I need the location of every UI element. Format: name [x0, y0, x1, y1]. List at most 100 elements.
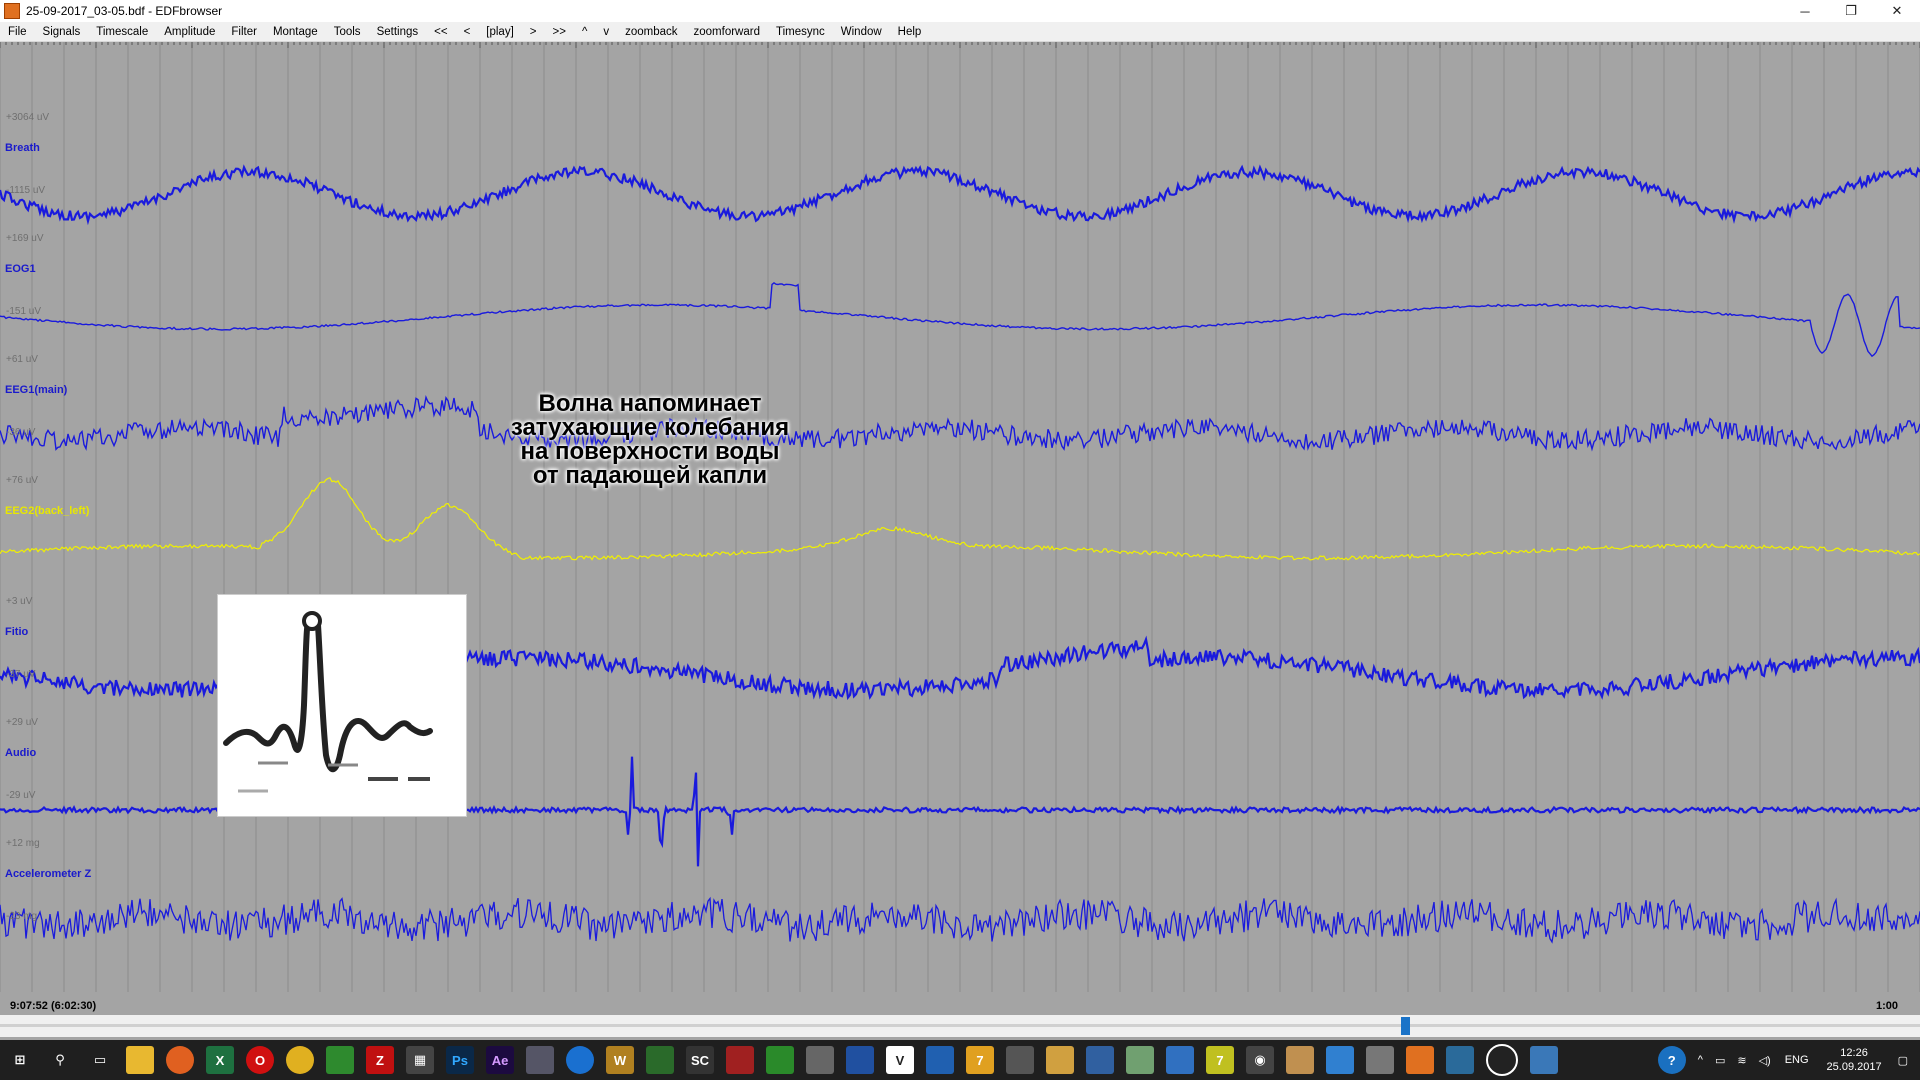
damped-wave-picture — [223, 611, 433, 793]
annotation-line: Волна напоминает — [538, 390, 762, 417]
horizontal-scrollbar[interactable] — [0, 1015, 1920, 1037]
signal-top-range: +12 mg — [6, 838, 40, 849]
after-effects-icon[interactable]: Ae — [486, 1046, 514, 1074]
app13-icon[interactable] — [1166, 1046, 1194, 1074]
filezilla-icon[interactable]: Z — [366, 1046, 394, 1074]
app20-icon[interactable] — [1486, 1044, 1518, 1076]
clock-date: 25.09.2017 — [1826, 1061, 1882, 1073]
excel-icon[interactable]: X — [206, 1046, 234, 1074]
app-icon[interactable] — [526, 1046, 554, 1074]
clock[interactable]: 12:26 25.09.2017 — [1827, 1046, 1882, 1074]
app3-icon[interactable] — [766, 1046, 794, 1074]
menu-timescale[interactable]: Timescale — [88, 26, 156, 38]
app14-icon[interactable]: 7 — [1206, 1046, 1234, 1074]
edfbrowser-icon[interactable] — [1406, 1046, 1434, 1074]
signal-label-accelerometer[interactable]: Accelerometer Z — [5, 868, 91, 880]
menu-window[interactable]: Window — [833, 26, 890, 38]
scrollbar-track[interactable] — [0, 1024, 1920, 1027]
task-view-icon[interactable]: ▭ — [86, 1046, 114, 1074]
nav-fast-back-button[interactable]: << — [426, 26, 455, 38]
signal-label-fitio[interactable]: Fitio — [5, 626, 28, 638]
signal-label-eeg2[interactable]: EEG2(back_left) — [5, 505, 89, 517]
firefox-icon[interactable] — [166, 1046, 194, 1074]
window-title: 25-09-2017_03-05.bdf - EDFbrowser — [26, 4, 223, 18]
search-icon[interactable]: ⚲ — [46, 1046, 74, 1074]
menu-file[interactable]: File — [0, 26, 35, 38]
zoomback-button[interactable]: zoomback — [617, 26, 685, 38]
menu-signals[interactable]: Signals — [35, 26, 89, 38]
opera-icon[interactable]: O — [246, 1046, 274, 1074]
app18-icon[interactable] — [1366, 1046, 1394, 1074]
photoshop-icon[interactable]: Ps — [446, 1046, 474, 1074]
shift-down-button[interactable]: v — [595, 26, 617, 38]
zoomforward-button[interactable]: zoomforward — [686, 26, 768, 38]
volume-icon[interactable]: ◁) — [1759, 1054, 1771, 1067]
notepad-icon[interactable] — [326, 1046, 354, 1074]
winamp-icon[interactable]: W — [606, 1046, 634, 1074]
title-bar: 25-09-2017_03-05.bdf - EDFbrowser ─ ❐ ✕ — [0, 0, 1920, 22]
menu-amplitude[interactable]: Amplitude — [156, 26, 223, 38]
menu-montage[interactable]: Montage — [265, 26, 326, 38]
tray-chevron-icon[interactable]: ^ — [1698, 1054, 1703, 1066]
wifi-icon[interactable]: ≋ — [1737, 1054, 1746, 1067]
nav-back-button[interactable]: < — [456, 26, 479, 38]
help-icon[interactable]: ? — [1657, 1046, 1686, 1074]
nav-fast-forward-button[interactable]: >> — [545, 26, 574, 38]
app17-icon[interactable] — [1326, 1046, 1354, 1074]
annotation-line: от падающей капли — [532, 462, 768, 489]
signal-label-eog1[interactable]: EOG1 — [5, 263, 36, 275]
app4-icon[interactable] — [806, 1046, 834, 1074]
3d-icon[interactable] — [646, 1046, 674, 1074]
signal-top-range: +169 uV — [6, 233, 44, 244]
system-tray: ? ^ ▭ ≋ ◁) ENG 12:26 25.09.2017 ▢ — [1652, 1040, 1920, 1080]
menu-help[interactable]: Help — [890, 26, 930, 38]
menu-timesync[interactable]: Timesync — [768, 26, 833, 38]
app9-icon[interactable] — [1006, 1046, 1034, 1074]
annotation-line: на поверхности воды — [520, 438, 780, 465]
app5-icon[interactable] — [846, 1046, 874, 1074]
app11-icon[interactable] — [1086, 1046, 1114, 1074]
signal-label-breath[interactable]: Breath — [5, 142, 40, 154]
menu-tools[interactable]: Tools — [326, 26, 369, 38]
notification-icon[interactable]: ▢ — [1898, 1054, 1908, 1067]
start-icon[interactable]: ⊞ — [6, 1046, 34, 1074]
folder-icon[interactable] — [126, 1046, 154, 1074]
menu-bar: File Signals Timescale Amplitude Filter … — [0, 22, 1920, 42]
signal-label-eeg1[interactable]: EEG1(main) — [5, 384, 67, 396]
close-button[interactable]: ✕ — [1874, 0, 1920, 22]
shift-up-button[interactable]: ^ — [574, 26, 595, 38]
language-indicator[interactable]: ENG — [1785, 1054, 1809, 1066]
app12-icon[interactable] — [1126, 1046, 1154, 1074]
nav-forward-button[interactable]: > — [522, 26, 545, 38]
battery-icon[interactable]: ▭ — [1715, 1054, 1725, 1067]
app21-icon[interactable] — [1530, 1046, 1558, 1074]
teamviewer-icon[interactable] — [566, 1046, 594, 1074]
edfbrowser-app-icon — [4, 3, 20, 19]
menu-filter[interactable]: Filter — [223, 26, 265, 38]
sc-icon[interactable]: SC — [686, 1046, 714, 1074]
scrollbar-thumb[interactable] — [1401, 1017, 1410, 1035]
app7-icon[interactable] — [926, 1046, 954, 1074]
app8-icon[interactable]: 7 — [966, 1046, 994, 1074]
menu-settings[interactable]: Settings — [369, 26, 427, 38]
chrome-icon[interactable] — [286, 1046, 314, 1074]
signal-label-audio[interactable]: Audio — [5, 747, 36, 759]
signal-canvas[interactable] — [0, 42, 1920, 1020]
mp3-icon[interactable] — [1446, 1046, 1474, 1074]
app2-icon[interactable] — [726, 1046, 754, 1074]
app15-icon[interactable]: ◉ — [1246, 1046, 1274, 1074]
signal-top-range: +76 uV — [6, 475, 38, 486]
app16-icon[interactable] — [1286, 1046, 1314, 1074]
signal-top-range: +3 uV — [6, 596, 33, 607]
play-button[interactable]: [play] — [478, 26, 522, 38]
restore-button[interactable]: ❐ — [1828, 0, 1874, 22]
current-time-label: 9:07:52 (6:02:30) — [10, 1000, 97, 1012]
app6-icon[interactable]: V — [886, 1046, 914, 1074]
app10-icon[interactable] — [1046, 1046, 1074, 1074]
signal-top-range: +29 uV — [6, 717, 38, 728]
minimize-button[interactable]: ─ — [1782, 0, 1828, 22]
calculator-icon[interactable]: ▦ — [406, 1046, 434, 1074]
annotation-line: затухающие колебания — [510, 414, 790, 441]
signal-plot-area[interactable]: +3064 uV Breath -1115 uV +169 uV EOG1 -1… — [0, 42, 1920, 1020]
wave-illustration — [217, 594, 467, 817]
